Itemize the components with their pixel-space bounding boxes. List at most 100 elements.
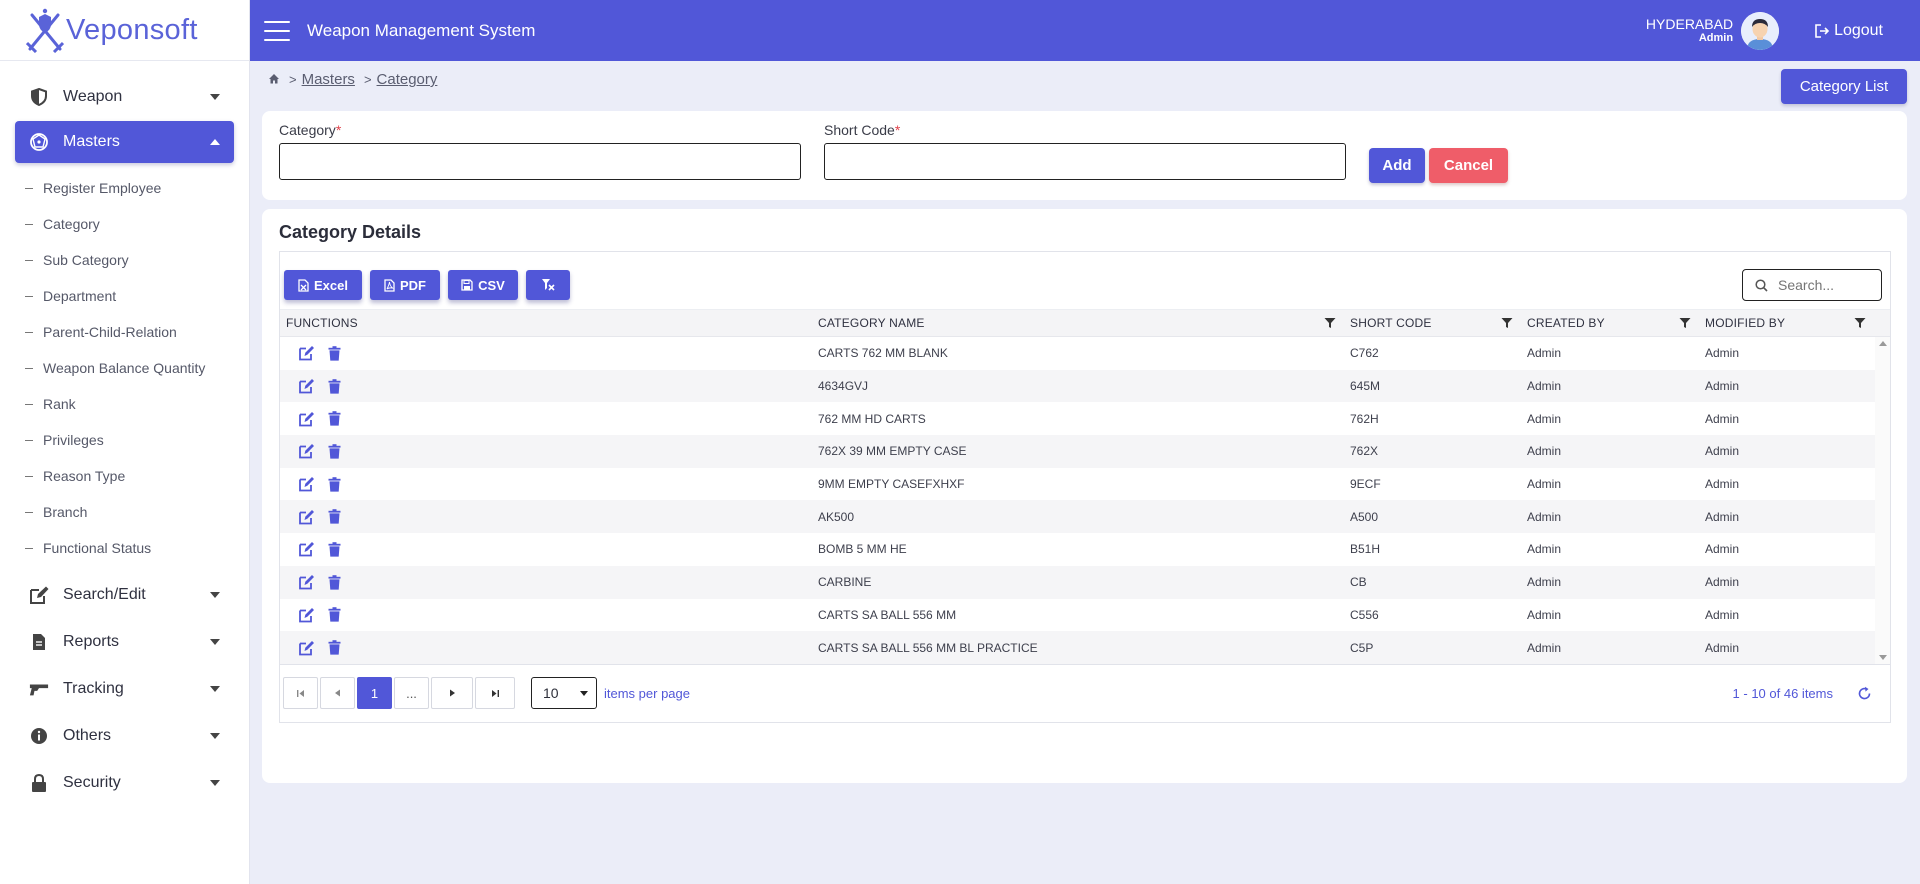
edit-icon[interactable]: [298, 509, 315, 525]
first-page-button[interactable]: [283, 677, 318, 709]
table-row[interactable]: CARBINE CB Admin Admin: [280, 565, 1890, 599]
delete-icon[interactable]: [328, 640, 341, 655]
sidebar-item-weapon[interactable]: Weapon: [15, 76, 234, 118]
last-page-button[interactable]: [475, 677, 515, 709]
category-input[interactable]: [279, 143, 801, 180]
table-row[interactable]: 9MM EMPTY CASEFXHXF 9ECF Admin Admin: [280, 468, 1890, 501]
column-header-category-name[interactable]: CATEGORY NAME: [812, 310, 1344, 336]
delete-icon[interactable]: [328, 607, 341, 622]
edit-icon[interactable]: [298, 607, 315, 623]
dash-icon: [25, 475, 33, 477]
short-code-cell: B51H: [1350, 542, 1381, 557]
submenu-department[interactable]: Department: [0, 278, 249, 314]
hamburger-menu-icon[interactable]: [264, 20, 290, 41]
export-excel-button[interactable]: Excel: [284, 270, 362, 300]
export-csv-button[interactable]: CSV: [448, 270, 518, 300]
brand-logo[interactable]: Veponsoft: [0, 0, 249, 61]
next-page-button[interactable]: [431, 677, 473, 709]
edit-icon[interactable]: [298, 574, 315, 590]
submenu-reason-type[interactable]: Reason Type: [0, 458, 249, 494]
chevron-down-icon: [210, 94, 220, 100]
avatar[interactable]: [1741, 11, 1780, 50]
scroll-down-arrow-icon[interactable]: [1879, 655, 1887, 660]
logout-icon: [1815, 23, 1830, 38]
submenu-category[interactable]: Category: [0, 206, 249, 242]
caret-down-icon: [580, 691, 588, 696]
more-pages-button[interactable]: ...: [394, 677, 429, 709]
table-row[interactable]: 762X 39 MM EMPTY CASE 762X Admin Admin: [280, 435, 1890, 468]
add-button[interactable]: Add: [1369, 148, 1425, 183]
page-size-select[interactable]: 10: [531, 677, 597, 709]
scroll-up-arrow-icon[interactable]: [1879, 341, 1887, 346]
sidebar-item-reports[interactable]: Reports: [15, 620, 234, 664]
breadcrumb-category-link[interactable]: Category: [377, 71, 438, 88]
delete-icon[interactable]: [328, 574, 341, 590]
grid-search-input[interactable]: [1778, 277, 1873, 293]
sidebar-item-search-edit[interactable]: Search/Edit: [15, 573, 234, 617]
submenu-register-employee[interactable]: Register Employee: [0, 170, 249, 206]
sidebar-item-others[interactable]: Others: [15, 714, 234, 758]
delete-icon[interactable]: [328, 411, 341, 426]
clear-filters-button[interactable]: [526, 270, 570, 300]
category-list-button[interactable]: Category List: [1781, 69, 1907, 104]
table-row[interactable]: CARTS SA BALL 556 MM C556 Admin Admin: [280, 599, 1890, 632]
submenu-privileges[interactable]: Privileges: [0, 422, 249, 458]
sidebar-item-tracking[interactable]: Tracking: [15, 667, 234, 711]
column-header-short-code[interactable]: SHORT CODE: [1344, 310, 1521, 336]
sidebar-item-masters[interactable]: Masters: [15, 121, 234, 163]
edit-icon[interactable]: [298, 443, 315, 459]
delete-icon[interactable]: [328, 346, 341, 361]
sidebar-item-security[interactable]: Security: [15, 761, 234, 805]
home-icon[interactable]: [268, 71, 280, 88]
category-name-cell: 9MM EMPTY CASEFXHXF: [818, 477, 965, 492]
filter-icon[interactable]: [1679, 317, 1691, 332]
export-pdf-button[interactable]: PDF: [370, 270, 440, 300]
logout-button[interactable]: Logout: [1815, 22, 1883, 40]
submenu-branch[interactable]: Branch: [0, 494, 249, 530]
delete-icon[interactable]: [328, 542, 341, 557]
column-header-label: MODIFIED BY: [1705, 316, 1786, 330]
column-header-label: CREATED BY: [1527, 316, 1605, 330]
edit-icon[interactable]: [298, 345, 315, 361]
breadcrumb-masters-link[interactable]: Masters: [302, 71, 355, 88]
user-info: HYDERABAD Admin: [1646, 16, 1733, 45]
submenu-label: Functional Status: [43, 540, 152, 556]
submenu-label: Category: [43, 216, 100, 232]
edit-icon[interactable]: [298, 541, 315, 557]
column-header-modified-by[interactable]: MODIFIED BY: [1699, 310, 1874, 336]
table-row[interactable]: CARTS 762 MM BLANK C762 Admin Admin: [280, 337, 1890, 370]
table-row[interactable]: CARTS SA BALL 556 MM BL PRACTICE C5P Admin…: [280, 631, 1890, 664]
edit-icon[interactable]: [298, 640, 315, 656]
table-row[interactable]: 762 MM HD CARTS 762H Admin Admin: [280, 402, 1890, 435]
column-header-functions: FUNCTIONS: [280, 310, 812, 336]
delete-icon[interactable]: [328, 476, 341, 492]
table-row[interactable]: AK500 A500 Admin Admin: [280, 500, 1890, 534]
previous-page-button[interactable]: [320, 677, 355, 709]
short-code-cell: 645M: [1350, 379, 1381, 394]
created-by-cell: Admin: [1527, 542, 1562, 557]
filter-icon[interactable]: [1854, 317, 1866, 332]
delete-icon[interactable]: [328, 509, 341, 524]
edit-icon[interactable]: [298, 378, 315, 394]
refresh-icon[interactable]: [1857, 686, 1872, 706]
submenu-sub-category[interactable]: Sub Category: [0, 242, 249, 278]
cancel-button[interactable]: Cancel: [1429, 148, 1508, 183]
short-code-input[interactable]: [824, 143, 1346, 180]
submenu-functional-status[interactable]: Functional Status: [0, 530, 249, 566]
table-row[interactable]: 4634GVJ 645M Admin Admin: [280, 369, 1890, 403]
edit-icon[interactable]: [298, 411, 315, 427]
delete-icon[interactable]: [328, 378, 341, 394]
submenu-rank[interactable]: Rank: [0, 386, 249, 422]
category-name-cell: CARTS SA BALL 556 MM: [818, 607, 957, 622]
submenu-parent-child-relation[interactable]: Parent-Child-Relation: [0, 314, 249, 350]
column-header-created-by[interactable]: CREATED BY: [1521, 310, 1699, 336]
submenu-weapon-balance-quantity[interactable]: Weapon Balance Quantity: [0, 350, 249, 386]
filter-icon[interactable]: [1501, 317, 1513, 332]
grid-search-box[interactable]: [1742, 269, 1882, 301]
delete-icon[interactable]: [328, 444, 341, 459]
page-number-button[interactable]: 1: [357, 677, 392, 709]
edit-icon[interactable]: [298, 476, 315, 492]
filter-icon[interactable]: [1324, 317, 1336, 332]
vertical-scrollbar[interactable]: [1875, 337, 1890, 664]
table-row[interactable]: BOMB 5 MM HE B51H Admin Admin: [280, 533, 1890, 566]
